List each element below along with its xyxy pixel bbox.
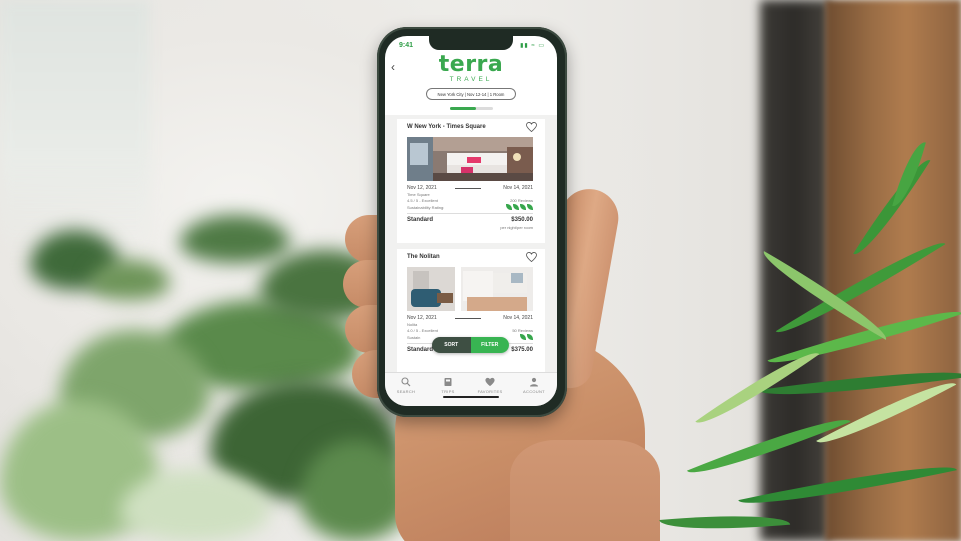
leaf-icon [520,334,526,340]
hotel-rating: 4.0 / 5 - Excellent [407,328,438,333]
sustainability-label: Sustainability Rating: [407,205,445,210]
progress-fill [450,107,476,110]
favorite-heart-icon[interactable] [526,122,537,132]
phone-screen: 9:41 ▮▮ ≈ ▭ ‹ terra TRAVEL New York City… [385,36,557,406]
divider [407,213,533,214]
sort-filter-toggle: SORT FILTER [432,337,509,353]
tab-search[interactable]: SEARCH [391,377,421,394]
tab-label: SEARCH [396,389,416,394]
filter-button[interactable]: FILTER [470,337,509,353]
leaf-icon [527,334,533,340]
hotel-list: W New York - Times Square Nov 12, 2021 N… [385,115,557,372]
tab-label: TRIPS [441,389,455,394]
hotel-location: Nolita [407,322,418,327]
status-icons: ▮▮ ≈ ▭ [520,42,545,49]
hotel-location: Time Square [407,192,430,197]
sustainability-leaves [519,334,533,341]
sort-button[interactable]: SORT [432,337,471,353]
tab-account[interactable]: ACCOUNT [519,377,549,394]
phone-notch [429,36,513,50]
room-type: Standard [407,217,434,223]
brand-name: terra [438,52,504,77]
tab-bar: SEARCH TRIPS FAVORITES ACCOUNT [385,372,557,406]
tab-favorites[interactable]: FAVORITES [475,377,505,394]
check-out-date: Nov 14, 2021 [503,315,533,321]
hotel-rating: 4.5 / 5 - Excellent [407,198,438,203]
check-out-date: Nov 14, 2021 [503,185,533,191]
status-time: 9:41 [399,42,414,49]
hotel-name: The Nolitan [407,254,440,260]
hotel-reviews: 50 Reviews [512,328,533,333]
hotel-photo[interactable] [407,137,533,181]
search-summary-pill[interactable]: New York City | Nov 12-14 | 1 Room [426,88,516,100]
tab-label: FAVORITES [477,389,503,394]
home-indicator [443,396,499,398]
leaf-icon [527,204,533,210]
brand-subtitle: TRAVEL [449,76,493,83]
wifi-icon: ≈ [531,43,536,49]
heart-icon [485,377,495,387]
hotel-price: $350.00 [511,217,533,223]
leaf-icon [520,204,526,210]
hotel-price: $375.00 [511,347,533,353]
check-in-date: Nov 12, 2021 [407,185,437,191]
background-window [0,0,150,260]
tab-trips[interactable]: TRIPS [433,377,463,394]
account-icon [530,377,538,387]
room-type: Standard [407,347,434,353]
leaf-icon [506,204,512,210]
sustainability-label: Sustain [407,335,421,340]
search-icon [401,377,411,387]
check-in-date: Nov 12, 2021 [407,315,437,321]
date-arrow-line [455,188,481,189]
hotel-reviews: 200 Reviews [510,198,533,203]
app-logo: terra TRAVEL [385,54,557,84]
hotel-card[interactable]: The Nolitan Nov 12, 2021 Nov 14, 2021 No… [397,249,545,372]
trips-icon [444,378,452,386]
favorite-heart-icon[interactable] [526,252,537,262]
sustainability-leaves [505,204,533,211]
date-arrow-line [455,318,481,319]
price-note: per night/per room [500,225,533,230]
hotel-card[interactable]: W New York - Times Square Nov 12, 2021 N… [397,119,545,243]
battery-icon: ▭ [538,43,545,49]
tab-label: ACCOUNT [523,389,545,394]
signal-icon: ▮▮ [520,43,529,49]
hotel-name: W New York - Times Square [407,124,486,130]
leaf-icon [513,204,519,210]
progress-bar [450,107,493,110]
hotel-photo[interactable] [407,267,533,311]
